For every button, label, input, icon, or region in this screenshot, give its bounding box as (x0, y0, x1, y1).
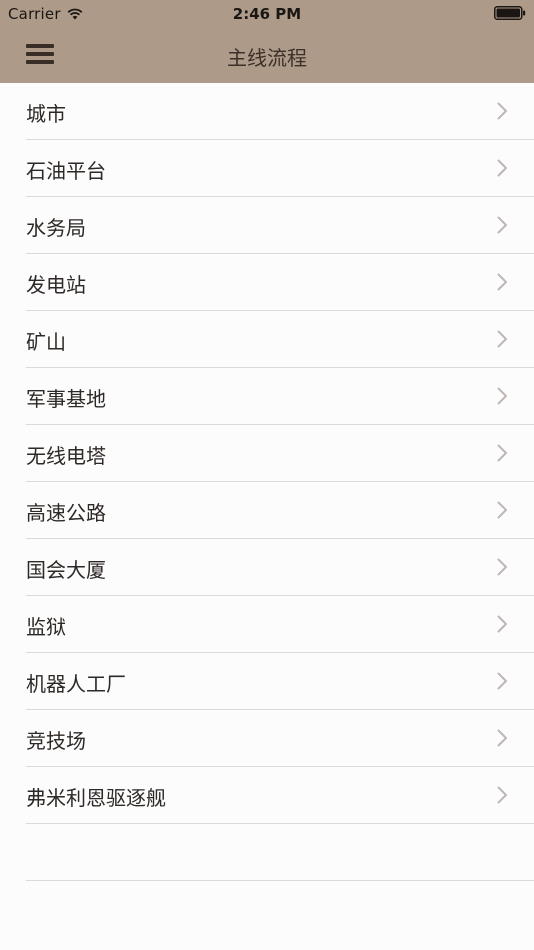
list-item[interactable]: 城市 (0, 83, 534, 140)
chevron-right-icon (497, 786, 507, 804)
list-item-label: 城市 (26, 102, 66, 126)
chevron-right-icon (497, 387, 507, 405)
list-item-label: 监狱 (26, 615, 66, 639)
list-item[interactable]: 机器人工厂 (0, 653, 534, 710)
chevron-right-icon (497, 729, 507, 747)
list-item-label: 石油平台 (26, 159, 106, 183)
status-time: 2:46 PM (232, 5, 302, 23)
chevron-right-icon (497, 558, 507, 576)
list-item-label: 机器人工厂 (26, 672, 126, 696)
list-item-label: 国会大厦 (26, 558, 106, 582)
chevron-right-icon (497, 159, 507, 177)
chevron-right-icon (497, 672, 507, 690)
list-item-label: 矿山 (26, 330, 66, 354)
battery-icon (494, 6, 526, 20)
list-item-label: 高速公路 (26, 501, 106, 525)
list-item[interactable]: 无线电塔 (0, 425, 534, 482)
list-item[interactable]: 国会大厦 (0, 539, 534, 596)
navigation-bar: 主线流程 (0, 28, 534, 83)
chevron-right-icon (497, 330, 507, 348)
list-item-label: 竞技场 (26, 729, 86, 753)
list-item-label: 弗米利恩驱逐舰 (26, 786, 166, 810)
mainline-list: 城市石油平台水务局发电站矿山军事基地无线电塔高速公路国会大厦监狱机器人工厂竞技场… (0, 83, 534, 881)
list-item[interactable]: 弗米利恩驱逐舰 (0, 767, 534, 824)
list-item[interactable]: 监狱 (0, 596, 534, 653)
list-item[interactable]: 竞技场 (0, 710, 534, 767)
list-item-label: 发电站 (26, 273, 86, 297)
list-item[interactable]: 石油平台 (0, 140, 534, 197)
list-item[interactable]: 发电站 (0, 254, 534, 311)
chevron-right-icon (497, 501, 507, 519)
list-item-label: 水务局 (26, 216, 86, 240)
list-item[interactable]: 水务局 (0, 197, 534, 254)
list-item[interactable]: 矿山 (0, 311, 534, 368)
list-item[interactable]: 高速公路 (0, 482, 534, 539)
list-item-label: 无线电塔 (26, 444, 106, 468)
chevron-right-icon (497, 102, 507, 120)
chevron-right-icon (497, 216, 507, 234)
status-bar: Carrier 2:46 PM (0, 0, 534, 28)
page-title: 主线流程 (227, 46, 307, 70)
list-item-label: 军事基地 (26, 387, 106, 411)
list-item[interactable]: 军事基地 (0, 368, 534, 425)
app-header: Carrier 2:46 PM 主线流程 (0, 0, 534, 83)
chevron-right-icon (497, 273, 507, 291)
chevron-right-icon (497, 444, 507, 462)
empty-list-row (0, 824, 534, 881)
chevron-right-icon (497, 615, 507, 633)
